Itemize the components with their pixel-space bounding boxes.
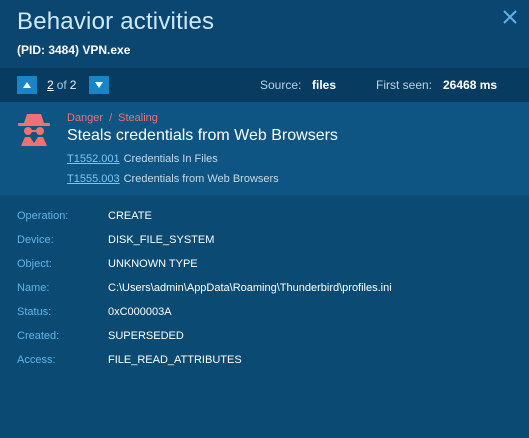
detail-row-object: Object: UNKNOWN TYPE <box>0 258 529 276</box>
detail-row-name: Name: C:\Users\admin\AppData\Roaming\Thu… <box>0 282 529 300</box>
detail-value: C:\Users\admin\AppData\Roaming\Thunderbi… <box>108 282 392 294</box>
detail-key: Status: <box>17 306 52 318</box>
detail-value: SUPERSEDED <box>108 330 184 342</box>
pager: 2 of 2 <box>47 78 76 92</box>
pager-current[interactable]: 2 <box>47 78 54 92</box>
detail-row-operation: Operation: CREATE <box>0 210 529 228</box>
technique-link[interactable]: T1552.001 <box>67 153 120 165</box>
source-label: Source: <box>260 78 302 92</box>
detail-key: Device: <box>17 234 54 246</box>
source-value: files <box>312 78 337 92</box>
detail-value: 0xC000003A <box>108 306 172 318</box>
pager-total: 2 <box>69 78 77 92</box>
detail-row-created: Created: SUPERSEDED <box>0 330 529 348</box>
threat-title: Steals credentials from Web Browsers <box>67 127 338 144</box>
detail-value: DISK_FILE_SYSTEM <box>108 234 215 246</box>
first-seen-value: 26468 ms <box>443 78 498 92</box>
panel-header: Behavior activities (PID: 3484) VPN.exe <box>0 0 529 68</box>
technique-name: Credentials In Files <box>123 153 218 165</box>
threat-category: Stealing <box>118 112 158 124</box>
detail-value: FILE_READ_ATTRIBUTES <box>108 354 242 366</box>
technique-row: T1552.001 Credentials In Files <box>67 153 218 165</box>
detail-key: Object: <box>17 258 52 270</box>
detail-key: Created: <box>17 330 60 342</box>
next-button[interactable] <box>89 76 109 94</box>
detail-value: CREATE <box>108 210 152 222</box>
prev-button[interactable] <box>17 76 37 94</box>
threat-level: Danger <box>67 112 104 124</box>
detail-key: Operation: <box>17 210 69 222</box>
arrow-down-icon <box>95 82 103 88</box>
arrow-up-icon <box>23 82 31 88</box>
detail-value: UNKNOWN TYPE <box>108 258 198 270</box>
process-label: (PID: 3484) VPN.exe <box>17 43 131 57</box>
threat-breadcrumb: Danger / Stealing <box>67 112 158 124</box>
behavior-activities-panel: Behavior activities (PID: 3484) VPN.exe … <box>0 0 529 438</box>
page-title: Behavior activities <box>17 8 215 35</box>
technique-name: Credentials from Web Browsers <box>123 173 279 185</box>
technique-row: T1555.003 Credentials from Web Browsers <box>67 173 279 185</box>
spy-icon <box>17 111 51 147</box>
pager-of-label: of <box>56 78 67 92</box>
technique-link[interactable]: T1555.003 <box>67 173 120 185</box>
detail-key: Access: <box>17 354 56 366</box>
detail-row-device: Device: DISK_FILE_SYSTEM <box>0 234 529 252</box>
close-icon[interactable] <box>501 8 519 26</box>
detail-key: Name: <box>17 282 50 294</box>
breadcrumb-separator: / <box>109 112 113 124</box>
first-seen-label: First seen: <box>376 78 433 92</box>
detail-row-status: Status: 0xC000003A <box>0 306 529 324</box>
detail-row-access: Access: FILE_READ_ATTRIBUTES <box>0 354 529 372</box>
